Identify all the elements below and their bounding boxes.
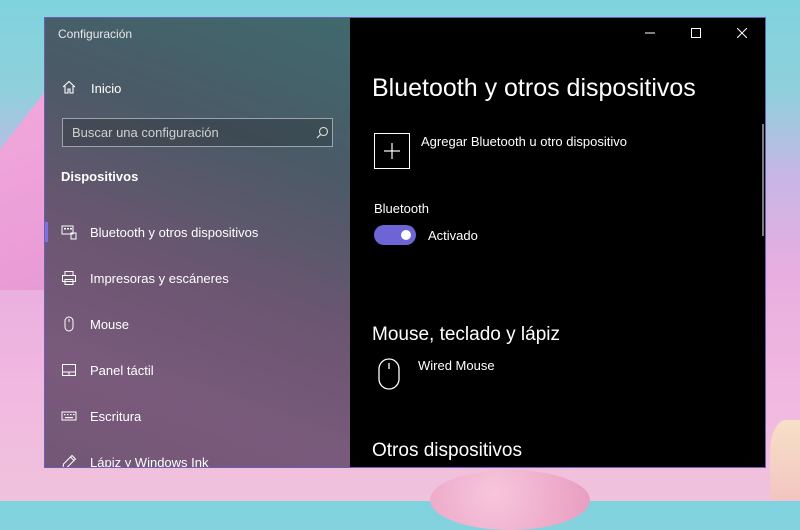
- sidebar: Configuración Inicio Dispositivos Blueto…: [45, 18, 350, 467]
- nav-list: Bluetooth y otros dispositivos Impresora…: [45, 209, 350, 468]
- sidebar-item-label: Lápiz y Windows Ink: [90, 454, 209, 468]
- scrollbar[interactable]: [762, 124, 764, 236]
- window-title: Configuración: [58, 27, 133, 41]
- search-icon[interactable]: [312, 126, 332, 139]
- minimize-button[interactable]: [627, 18, 673, 48]
- section-other-devices: Otros dispositivos: [372, 440, 522, 461]
- desktop-background-shape: [770, 420, 800, 500]
- sidebar-item-label: Bluetooth y otros dispositivos: [90, 224, 259, 240]
- nav-home-label: Inicio: [91, 81, 122, 96]
- device-name: Wired Mouse: [418, 358, 495, 373]
- pen-icon: [61, 454, 77, 467]
- sidebar-item-pen[interactable]: Lápiz y Windows Ink: [45, 439, 350, 468]
- settings-window: Configuración Inicio Dispositivos Blueto…: [44, 17, 766, 468]
- add-device-button[interactable]: Agregar Bluetooth u otro dispositivo: [374, 133, 627, 169]
- bluetooth-toggle[interactable]: [374, 225, 416, 245]
- section-mouse-keyboard-pen: Mouse, teclado y lápiz: [372, 324, 560, 345]
- sidebar-item-label: Impresoras y escáneres: [90, 270, 229, 286]
- window-controls: [627, 18, 765, 48]
- bluetooth-label: Bluetooth: [374, 201, 429, 216]
- desktop-background-shape: [0, 90, 46, 290]
- nav-home[interactable]: Inicio: [61, 79, 121, 98]
- search-box[interactable]: [62, 118, 333, 147]
- bluetooth-devices-icon: [61, 224, 77, 240]
- sidebar-item-typing[interactable]: Escritura: [45, 393, 350, 439]
- plus-icon: [374, 133, 410, 169]
- sidebar-item-printers[interactable]: Impresoras y escáneres: [45, 255, 350, 301]
- sidebar-item-touchpad[interactable]: Panel táctil: [45, 347, 350, 393]
- content-pane: Bluetooth y otros dispositivos Agregar B…: [350, 18, 765, 467]
- home-icon: [61, 79, 77, 98]
- sidebar-item-label: Escritura: [90, 408, 142, 424]
- close-icon: [737, 28, 747, 38]
- sidebar-item-bluetooth[interactable]: Bluetooth y otros dispositivos: [45, 209, 350, 255]
- printer-icon: [61, 270, 77, 286]
- device-item[interactable]: Wired Mouse: [378, 358, 495, 395]
- maximize-icon: [691, 28, 701, 38]
- bluetooth-state: Activado: [428, 227, 478, 243]
- minimize-icon: [645, 32, 655, 34]
- sidebar-item-label: Panel táctil: [90, 362, 154, 378]
- sidebar-item-mouse[interactable]: Mouse: [45, 301, 350, 347]
- sidebar-item-label: Mouse: [90, 316, 130, 332]
- close-button[interactable]: [719, 18, 765, 48]
- keyboard-icon: [61, 408, 77, 424]
- add-device-label: Agregar Bluetooth u otro dispositivo: [421, 134, 627, 149]
- mouse-icon: [378, 358, 400, 395]
- bluetooth-toggle-row: Activado: [374, 225, 478, 245]
- search-input[interactable]: [63, 124, 312, 141]
- toggle-knob: [401, 230, 411, 240]
- mouse-icon: [61, 316, 77, 332]
- desktop-background-shape: [430, 470, 590, 530]
- touchpad-icon: [61, 362, 77, 378]
- page-title: Bluetooth y otros dispositivos: [372, 74, 696, 102]
- section-title: Dispositivos: [61, 169, 139, 184]
- maximize-button[interactable]: [673, 18, 719, 48]
